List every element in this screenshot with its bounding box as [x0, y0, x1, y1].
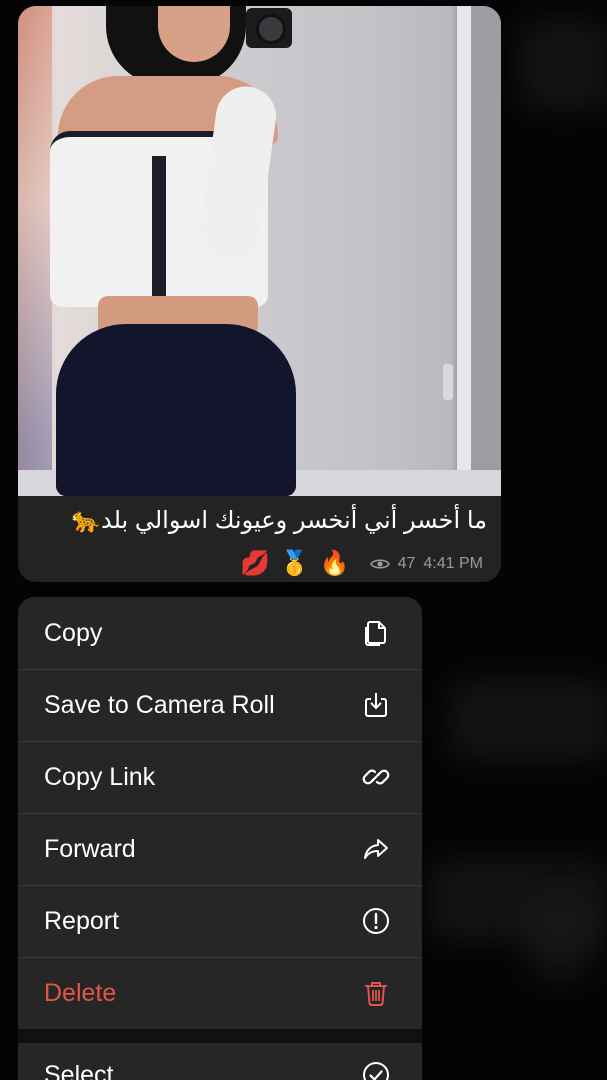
chat-screen: ما أخسر أني أنخسر وعيونك اسوالي بلد🐆 💋 🥇… — [0, 0, 607, 1080]
menu-item-label: Select — [44, 1060, 114, 1080]
reaction-kiss[interactable]: 💋 — [240, 550, 270, 578]
background-blur — [450, 680, 607, 760]
photo-camera-lens — [256, 14, 286, 44]
eye-icon — [369, 557, 390, 571]
photo-door-handle — [443, 364, 453, 400]
context-menu: Copy Save to Camera Roll Copy Link Forwa… — [18, 597, 422, 1080]
message-bubble[interactable]: ما أخسر أني أنخسر وعيونك اسوالي بلد🐆 💋 🥇… — [18, 6, 501, 582]
photo-figure-zip — [152, 156, 166, 296]
message-meta: 💋 🥇 🔥 47 4:41 PM — [240, 550, 483, 578]
save-icon — [360, 689, 392, 721]
photo-figure-pants — [56, 324, 296, 496]
menu-item-forward[interactable]: Forward — [18, 813, 422, 885]
menu-item-report[interactable]: Report — [18, 885, 422, 957]
menu-item-delete[interactable]: Delete — [18, 957, 422, 1029]
menu-item-label: Report — [44, 906, 120, 935]
menu-item-label: Forward — [44, 834, 136, 863]
menu-item-copy[interactable]: Copy — [18, 597, 422, 669]
forward-icon — [360, 833, 392, 865]
report-icon — [360, 905, 392, 937]
photo-door-edge — [471, 6, 501, 496]
view-count: 47 — [397, 555, 416, 572]
checkmark-circle-icon — [360, 1059, 392, 1080]
message-caption: ما أخسر أني أنخسر وعيونك اسوالي بلد🐆 — [71, 507, 487, 534]
trash-icon — [360, 977, 392, 1009]
background-blur — [520, 20, 607, 110]
copy-icon — [360, 617, 392, 649]
menu-item-select[interactable]: Select — [18, 1039, 422, 1080]
reaction-fire[interactable]: 🔥 — [320, 550, 350, 578]
menu-item-label: Save to Camera Roll — [44, 690, 275, 719]
menu-item-label: Delete — [44, 978, 117, 1007]
reaction-gold-medal[interactable]: 🥇 — [280, 550, 310, 578]
reactions: 💋 🥇 🔥 — [240, 550, 350, 578]
menu-item-save-to-camera-roll[interactable]: Save to Camera Roll — [18, 669, 422, 741]
message-time: 4:41 PM — [423, 555, 483, 572]
menu-item-label: Copy — [44, 618, 103, 647]
menu-item-copy-link[interactable]: Copy Link — [18, 741, 422, 813]
photo-wall-edge — [18, 6, 52, 496]
background-blur — [520, 900, 600, 980]
message-photo[interactable] — [18, 6, 501, 496]
link-icon — [360, 761, 392, 793]
photo-door-frame — [457, 6, 471, 496]
menu-item-label: Copy Link — [44, 762, 156, 791]
